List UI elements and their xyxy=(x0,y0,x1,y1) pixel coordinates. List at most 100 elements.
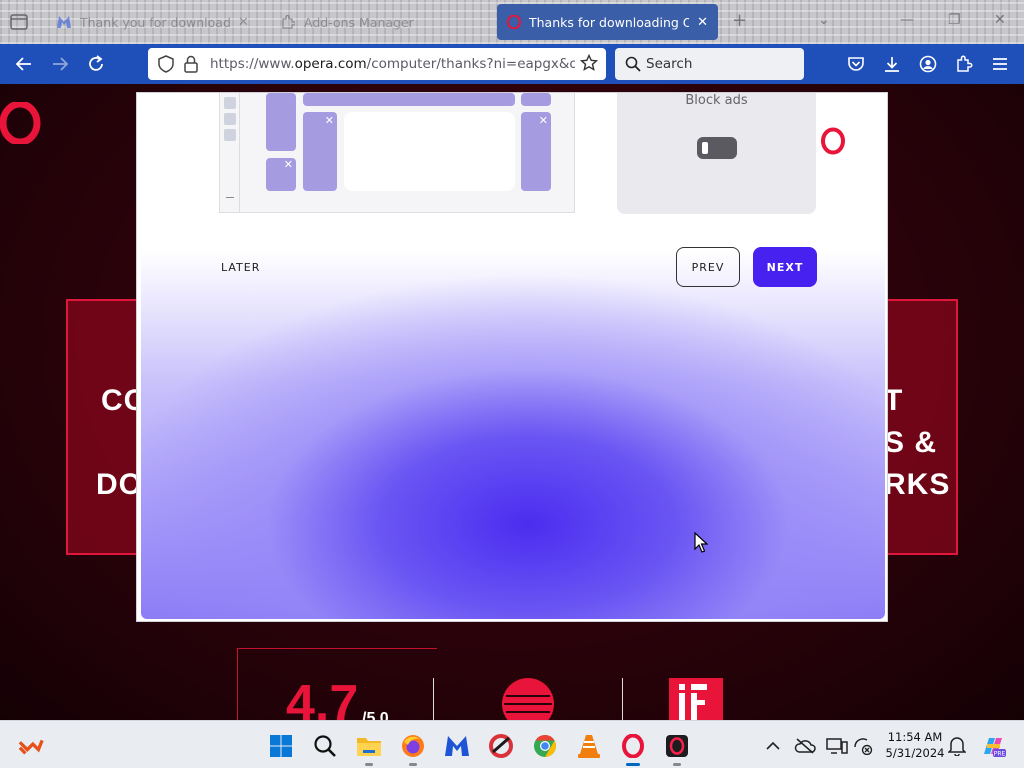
hero-heading-fragment: RKS xyxy=(884,468,951,501)
rating-value: 4.7 xyxy=(286,675,359,720)
close-tab-icon[interactable]: ✕ xyxy=(697,15,708,30)
illustration-page xyxy=(344,112,515,191)
red-dot-award-icon xyxy=(500,676,556,720)
opera-icon[interactable] xyxy=(620,733,646,766)
tab-islands-illustration: ✕ ✕ ✕ xyxy=(219,93,575,213)
mouse-cursor-icon xyxy=(694,531,709,558)
block-ads-toggle[interactable] xyxy=(697,137,737,159)
shield-icon[interactable] xyxy=(158,55,174,77)
url-text[interactable]: https://www.opera.com/computer/thanks?ni… xyxy=(210,56,575,72)
windows-start-icon[interactable] xyxy=(268,733,294,759)
malwarebytes-icon xyxy=(56,14,72,30)
url-prefix: https://www. xyxy=(210,56,295,72)
illustration-tile: ✕ xyxy=(303,112,337,191)
vlc-icon[interactable] xyxy=(576,733,602,759)
search-icon[interactable] xyxy=(312,733,338,759)
reload-icon[interactable] xyxy=(86,54,106,74)
tab-title: Add-ons Manager xyxy=(304,14,414,30)
tab-opera-thanks[interactable]: Thanks for downloading Opera ✕ xyxy=(497,4,718,40)
title-bar: Thank you for downloading ✕ Add-ons Mana… xyxy=(0,0,1024,44)
prev-button[interactable]: PREV xyxy=(676,247,740,287)
windows-taskbar: 11:54 AM 5/31/2024 PRE xyxy=(0,720,1024,768)
malwarebytes-icon[interactable] xyxy=(444,733,470,759)
svg-text:PRE: PRE xyxy=(994,751,1006,758)
puzzle-icon xyxy=(280,14,296,30)
close-icon: ✕ xyxy=(283,158,293,171)
opera-logo[interactable] xyxy=(0,100,42,148)
show-hidden-icons-chevron-icon[interactable] xyxy=(760,733,786,759)
active-indicator xyxy=(626,763,640,766)
close-tab-icon[interactable]: ✕ xyxy=(238,15,249,30)
file-explorer-icon[interactable] xyxy=(356,733,382,766)
search-icon xyxy=(625,56,641,76)
lock-icon[interactable] xyxy=(184,55,198,77)
next-button[interactable]: NEXT xyxy=(753,247,817,287)
rating-suffix: /5.0 xyxy=(362,710,389,720)
close-icon: ✕ xyxy=(324,114,334,127)
illustration-tile xyxy=(266,93,296,151)
new-tab-button[interactable]: + xyxy=(732,10,747,31)
network-disconnected-icon[interactable] xyxy=(850,733,876,759)
onboarding-modal: ✕ ✕ ✕ Block ads LATER PREV NEXT xyxy=(136,92,888,622)
illustration-block xyxy=(224,97,236,109)
account-icon[interactable] xyxy=(918,54,938,74)
modal-content: ✕ ✕ ✕ Block ads LATER PREV NEXT xyxy=(141,93,885,619)
block-ads-card: Block ads xyxy=(617,93,816,214)
illustration-tile xyxy=(521,93,551,106)
clock-date: 5/31/2024 xyxy=(885,746,945,760)
tab-title: Thank you for downloading xyxy=(80,14,230,30)
running-indicator xyxy=(409,763,417,766)
ccleaner-icon[interactable] xyxy=(488,733,514,759)
opera-icon xyxy=(507,14,521,30)
later-button[interactable]: LATER xyxy=(221,261,260,274)
illustration-line xyxy=(226,197,234,198)
device-manager-icon[interactable] xyxy=(824,733,850,759)
url-path: /computer/thanks?ni=eapgx&os=wi xyxy=(366,56,575,72)
minimize-icon[interactable]: — xyxy=(900,12,914,28)
illustration-block xyxy=(224,129,236,141)
extensions-icon[interactable] xyxy=(954,54,974,74)
system-clock[interactable]: 11:54 AM 5/31/2024 xyxy=(880,729,950,761)
menu-icon[interactable] xyxy=(990,54,1010,74)
weather-widget-icon[interactable] xyxy=(18,732,44,758)
opera-gx-icon[interactable] xyxy=(664,733,690,766)
url-domain: opera.com xyxy=(294,56,367,72)
tab-title: Thanks for downloading Opera xyxy=(529,14,690,30)
toggle-knob xyxy=(702,142,708,154)
search-input[interactable]: Search xyxy=(615,48,804,80)
back-icon[interactable] xyxy=(14,54,34,74)
feature-panel-left xyxy=(66,299,146,555)
close-window-icon[interactable]: ✕ xyxy=(994,12,1006,28)
clock-time: 11:54 AM xyxy=(887,730,943,744)
maximize-icon[interactable]: ❐ xyxy=(948,12,961,28)
bookmark-star-icon[interactable] xyxy=(579,53,599,76)
running-indicator xyxy=(673,763,681,766)
running-indicator xyxy=(365,763,373,766)
illustration-sidebar xyxy=(220,93,240,213)
tab-overview-icon xyxy=(10,14,28,30)
divider xyxy=(237,648,238,720)
onedrive-offline-icon[interactable] xyxy=(792,733,818,759)
pocket-icon[interactable] xyxy=(846,54,866,74)
chrome-icon[interactable] xyxy=(532,733,558,759)
divider xyxy=(237,648,437,649)
downloads-icon[interactable] xyxy=(882,54,902,74)
illustration-tile xyxy=(303,93,515,106)
tab-addons-manager[interactable]: Add-ons Manager xyxy=(280,4,470,40)
hero-heading-fragment: S & xyxy=(884,426,938,459)
notification-bell-icon[interactable] xyxy=(944,733,970,759)
opera-icon xyxy=(819,127,847,159)
block-ads-label: Block ads xyxy=(685,93,748,108)
address-bar[interactable]: https://www.opera.com/computer/thanks?ni… xyxy=(148,48,606,80)
tab-malwarebytes[interactable]: Thank you for downloading ✕ xyxy=(56,4,256,40)
firefox-icon[interactable] xyxy=(400,733,426,766)
illustration-tile: ✕ xyxy=(521,112,551,191)
tab-overview-button[interactable] xyxy=(10,4,34,40)
divider xyxy=(622,678,623,720)
divider xyxy=(433,678,434,720)
list-tabs-icon[interactable]: ⌄ xyxy=(818,12,830,28)
navigation-bar: https://www.opera.com/computer/thanks?ni… xyxy=(0,44,1024,84)
forward-icon[interactable] xyxy=(50,54,70,74)
illustration-tile: ✕ xyxy=(266,158,296,191)
copilot-icon[interactable]: PRE xyxy=(980,733,1006,759)
